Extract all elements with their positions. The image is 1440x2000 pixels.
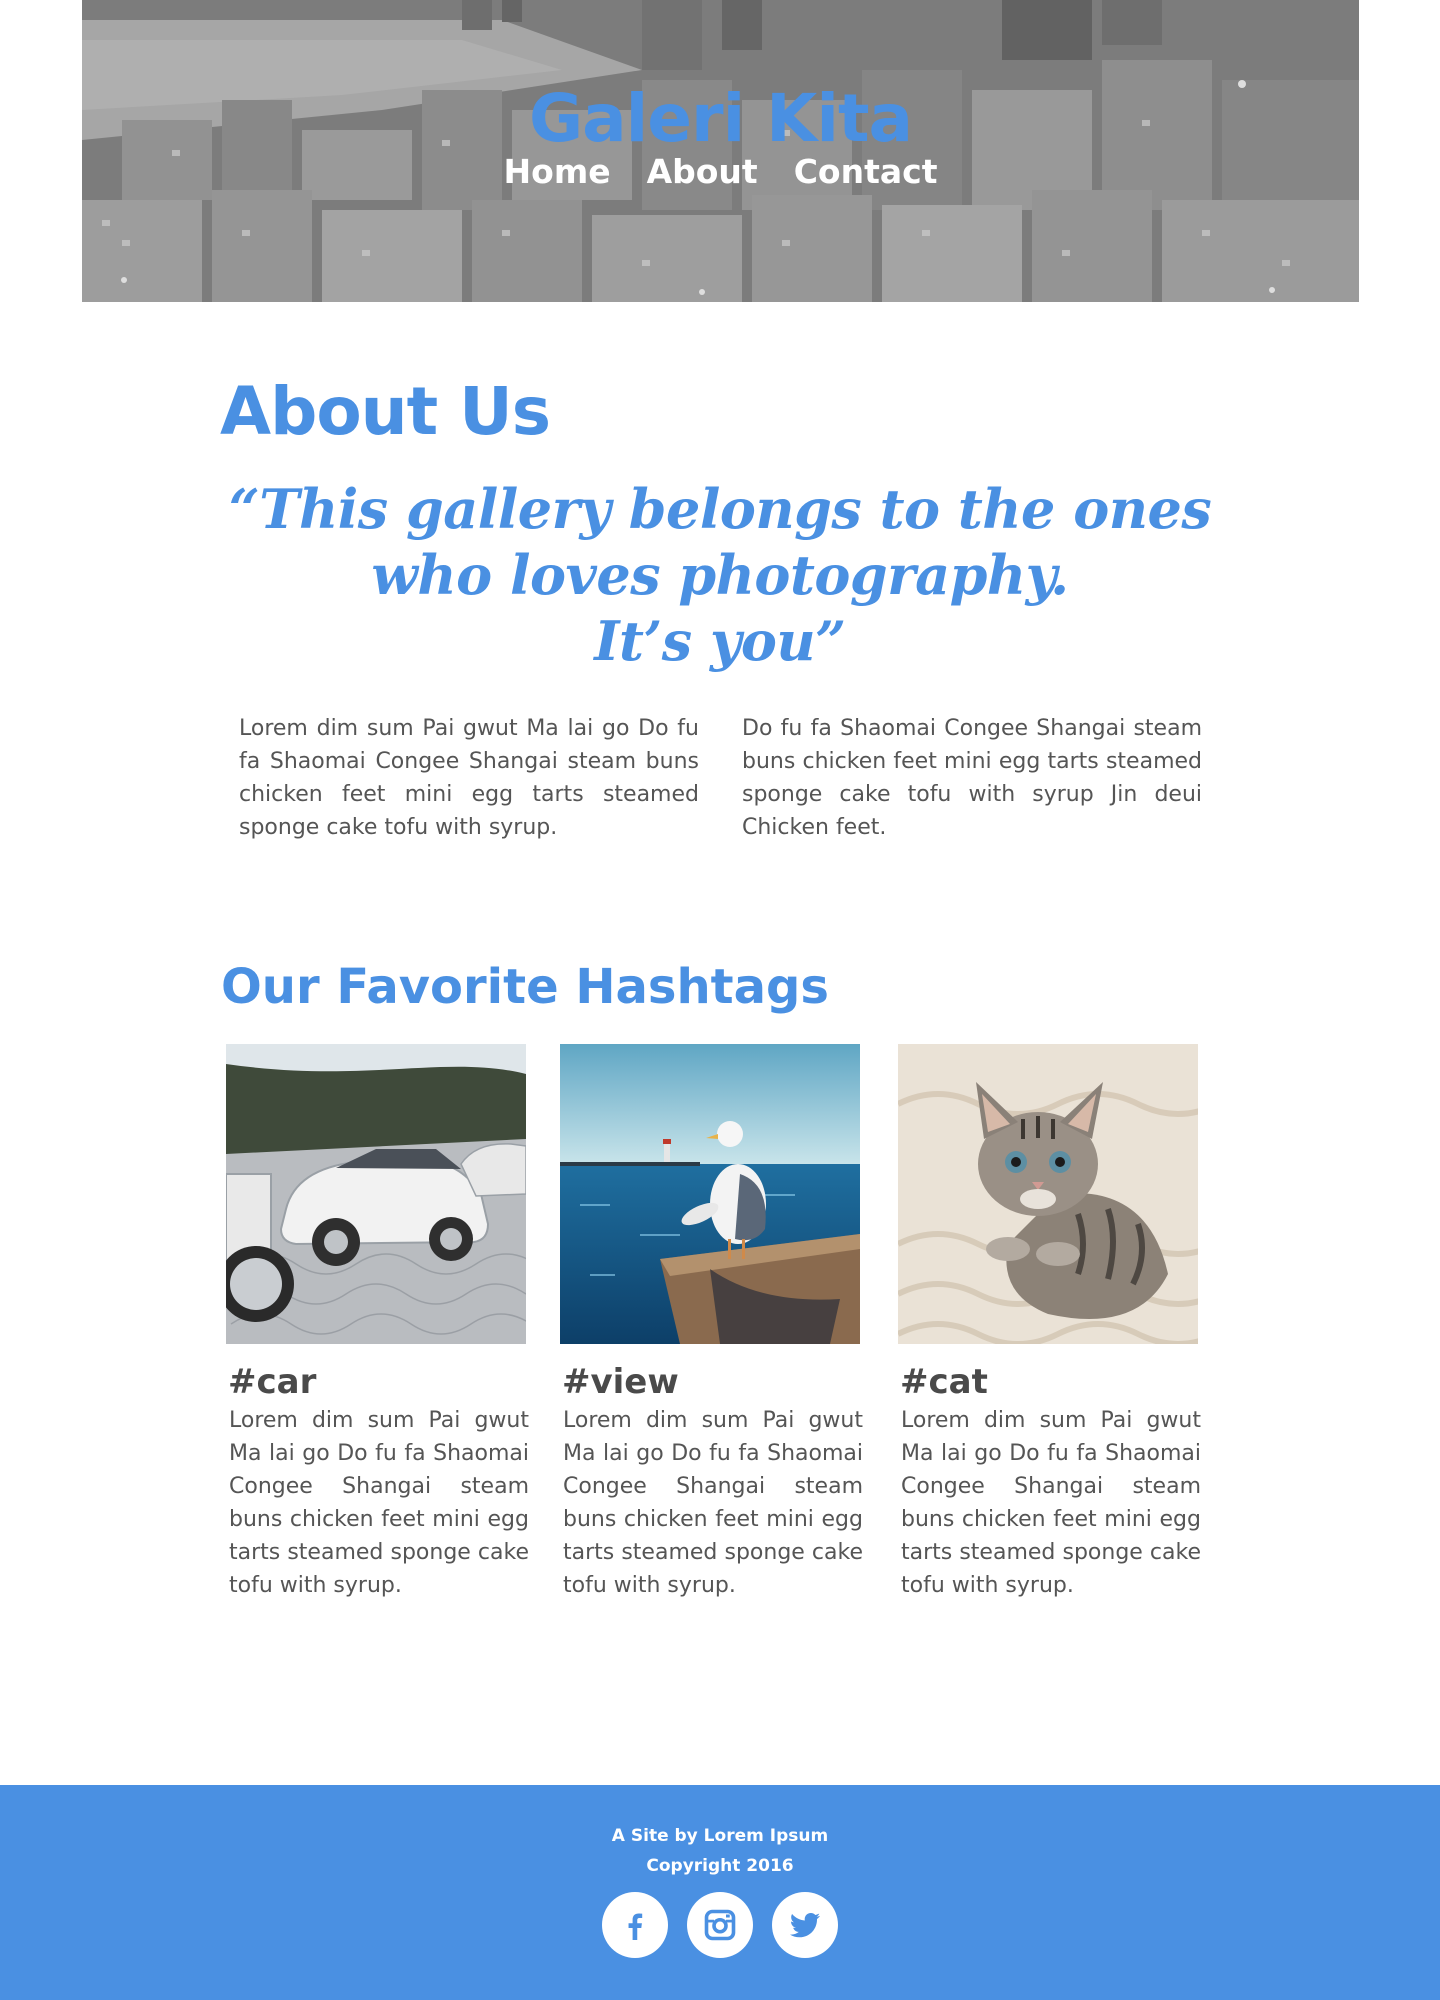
about-heading: About Us (220, 373, 551, 450)
instagram-button[interactable] (687, 1892, 753, 1958)
hashtag-card-car: #car Lorem dim sum Pai gwut Ma lai go Do… (226, 1044, 529, 1602)
quote-line-2: who loves photography. (371, 543, 1069, 607)
twitter-icon (790, 1913, 820, 1938)
hashtag-car-text: Lorem dim sum Pai gwut Ma lai go Do fu f… (229, 1408, 529, 1598)
seagull-photo[interactable] (560, 1044, 860, 1344)
twitter-button[interactable] (772, 1892, 838, 1958)
quote-line-1: “This gallery belongs to the ones (228, 477, 1212, 541)
about-paragraph-left: Lorem dim sum Pai gwut Ma lai go Do fu f… (239, 716, 699, 840)
hashtag-cat-text: Lorem dim sum Pai gwut Ma lai go Do fu f… (901, 1408, 1201, 1598)
footer-credit: A Site by Lorem Ipsum (611, 1826, 829, 1846)
hashtag-card-view: #view Lorem dim sum Pai gwut Ma lai go D… (560, 1044, 863, 1602)
kitten-photo[interactable] (898, 1044, 1198, 1344)
hashtag-card-cat: #cat Lorem dim sum Pai gwut Ma lai go Do… (898, 1044, 1201, 1602)
hashtags-heading: Our Favorite Hashtags (221, 959, 829, 1015)
nav-home-link[interactable]: Home (504, 150, 611, 194)
hashtag-view-text: Lorem dim sum Pai gwut Ma lai go Do fu f… (563, 1408, 863, 1598)
facebook-icon (628, 1913, 643, 1940)
hashtag-car-label[interactable]: #car (228, 1360, 528, 1404)
nav-contact-link[interactable]: Contact (794, 150, 938, 194)
site-title: Galeri Kita (528, 80, 913, 157)
nav-about-link[interactable]: About (647, 150, 758, 194)
footer-copyright: Copyright 2016 (646, 1856, 794, 1876)
social-links (0, 1892, 1440, 1958)
about-quote: “This gallery belongs to the ones who lo… (200, 476, 1240, 674)
instagram-icon (704, 1909, 736, 1941)
hashtag-view-label[interactable]: #view (562, 1360, 862, 1404)
quote-line-3: It’s you” (594, 609, 846, 673)
footer: A Site by Lorem Ipsum Copyright 2016 (0, 1785, 1440, 2000)
hashtag-cat-label[interactable]: #cat (900, 1360, 1200, 1404)
main-nav: Home About Contact (82, 150, 1359, 194)
car-photo[interactable] (226, 1044, 526, 1344)
facebook-button[interactable] (602, 1892, 668, 1958)
about-paragraph-right: Do fu fa Shaomai Congee Shangai steam bu… (742, 716, 1202, 840)
hero-banner: Galeri Kita Home About Contact (82, 0, 1359, 302)
